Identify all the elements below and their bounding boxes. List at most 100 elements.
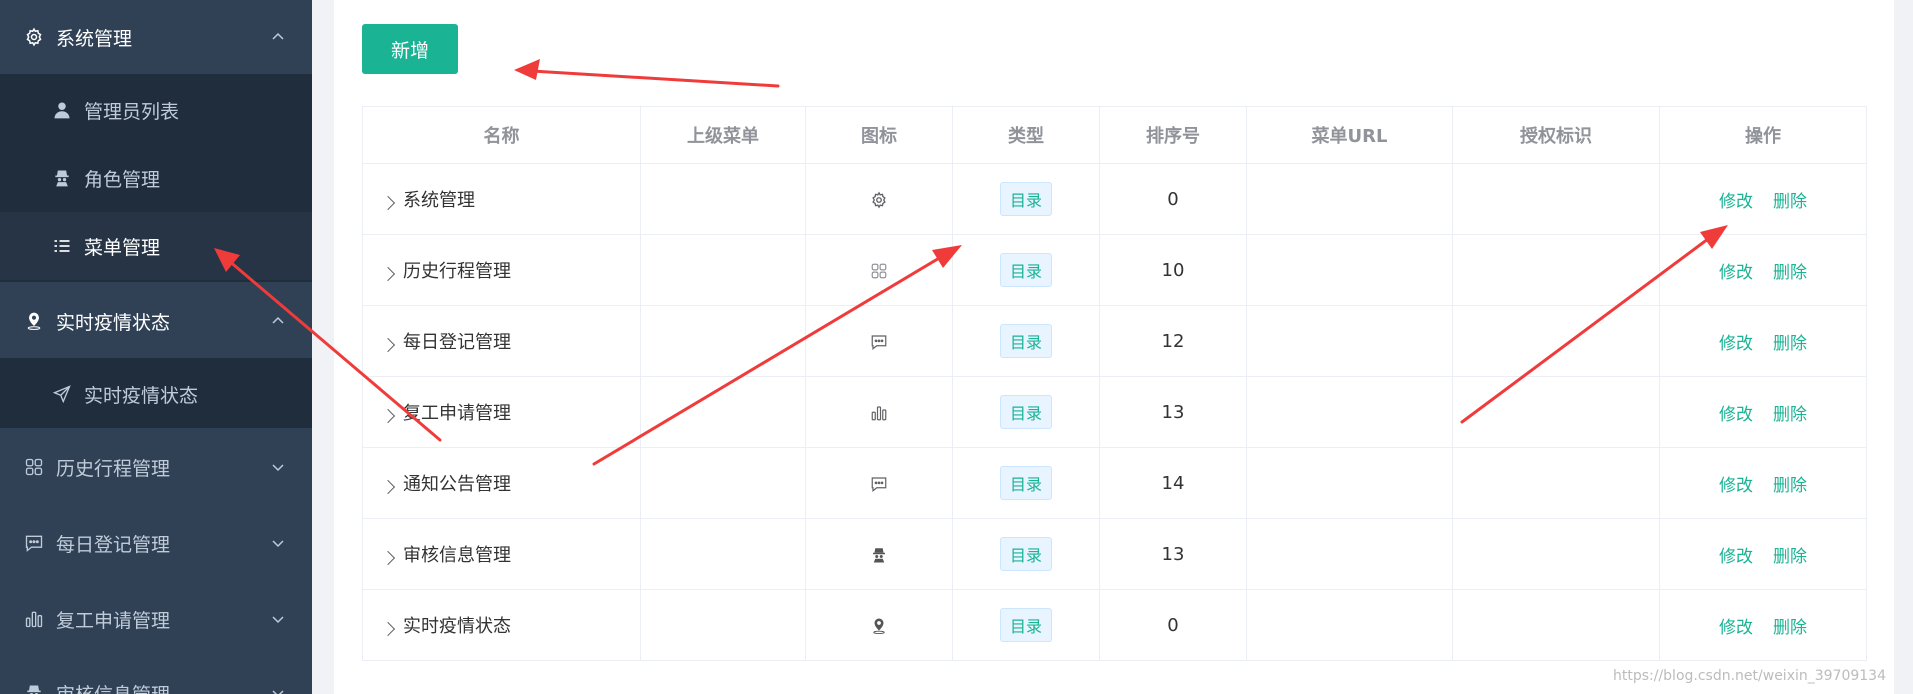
order-cell: 10 <box>1099 234 1247 306</box>
table-row[interactable]: 通知公告管理 目录 14 修改 删除 <box>362 447 1867 519</box>
grid-icon <box>24 457 44 477</box>
url-cell <box>1246 376 1453 448</box>
perm-cell <box>1452 447 1660 519</box>
type-cell: 目录 <box>952 518 1100 590</box>
table-row[interactable]: 历史行程管理 目录 10 修改 删除 <box>362 234 1867 306</box>
sidebar-item-label: 菜单管理 <box>84 236 161 259</box>
url-cell <box>1246 305 1453 377</box>
chevron-down-icon <box>272 616 284 624</box>
column-header-name: 名称 <box>362 106 641 164</box>
row-name: 历史行程管理 <box>403 261 511 282</box>
table-header-row: 名称 上级菜单 图标 类型 排序号 菜单URL 授权标识 操作 <box>362 106 1867 164</box>
type-cell: 目录 <box>952 447 1100 519</box>
location-icon <box>870 615 888 636</box>
menu-group-return-to-work[interactable]: 复工申请管理 <box>0 584 312 654</box>
table-row[interactable]: 复工申请管理 目录 13 修改 删除 <box>362 376 1867 448</box>
sidebar-item-menu-management[interactable]: 菜单管理 <box>0 212 312 280</box>
detective-icon <box>24 683 44 694</box>
icon-cell <box>805 589 953 661</box>
chevron-down-icon <box>272 690 284 694</box>
expand-arrow-icon[interactable] <box>380 195 396 211</box>
column-header-url: 菜单URL <box>1246 106 1453 164</box>
table-row[interactable]: 实时疫情状态 目录 0 修改 删除 <box>362 589 1867 661</box>
grid-icon <box>870 260 888 281</box>
sidebar-item-label: 实时疫情状态 <box>84 384 199 407</box>
order-cell: 13 <box>1099 518 1247 590</box>
type-tag: 目录 <box>999 466 1052 500</box>
sidebar-item-realtime-epidemic[interactable]: 实时疫情状态 <box>0 360 312 428</box>
perm-cell <box>1452 518 1660 590</box>
message-icon <box>870 331 888 352</box>
parent-cell <box>640 234 806 306</box>
parent-cell <box>640 589 806 661</box>
edit-button[interactable]: 修改 <box>1719 258 1753 283</box>
menu-group-label: 实时疫情状态 <box>56 311 171 334</box>
name-cell: 历史行程管理 <box>362 234 641 306</box>
icon-cell <box>805 376 953 448</box>
expand-arrow-icon[interactable] <box>380 621 396 637</box>
actions-cell: 修改 删除 <box>1659 518 1867 590</box>
add-button[interactable]: 新增 <box>362 24 458 74</box>
edit-button[interactable]: 修改 <box>1719 187 1753 212</box>
menu-group-history-trip[interactable]: 历史行程管理 <box>0 432 312 502</box>
expand-arrow-icon[interactable] <box>380 266 396 282</box>
sidebar-item-role-management[interactable]: 角色管理 <box>0 144 312 212</box>
perm-cell <box>1452 376 1660 448</box>
delete-button[interactable]: 删除 <box>1773 187 1807 212</box>
column-header-order: 排序号 <box>1099 106 1247 164</box>
type-cell: 目录 <box>952 234 1100 306</box>
row-name: 审核信息管理 <box>403 545 511 566</box>
row-name: 复工申请管理 <box>403 403 511 424</box>
parent-cell <box>640 376 806 448</box>
type-cell: 目录 <box>952 589 1100 661</box>
edit-button[interactable]: 修改 <box>1719 400 1753 425</box>
order-cell: 13 <box>1099 376 1247 448</box>
url-cell <box>1246 447 1453 519</box>
edit-button[interactable]: 修改 <box>1719 329 1753 354</box>
edit-button[interactable]: 修改 <box>1719 613 1753 638</box>
icon-cell <box>805 518 953 590</box>
menu-group-label: 复工申请管理 <box>56 609 171 632</box>
edit-button[interactable]: 修改 <box>1719 471 1753 496</box>
expand-arrow-icon[interactable] <box>380 479 396 495</box>
column-header-parent: 上级菜单 <box>640 106 806 164</box>
delete-button[interactable]: 删除 <box>1773 258 1807 283</box>
actions-cell: 修改 删除 <box>1659 447 1867 519</box>
actions-cell: 修改 删除 <box>1659 376 1867 448</box>
type-tag: 目录 <box>999 537 1052 571</box>
menu-group-realtime-epidemic[interactable]: 实时疫情状态 <box>0 286 312 356</box>
expand-arrow-icon[interactable] <box>380 550 396 566</box>
parent-cell <box>640 163 806 235</box>
send-icon <box>52 384 72 404</box>
menu-group-audit-info[interactable]: 审核信息管理 <box>0 658 312 694</box>
sidebar-item-admin-list[interactable]: 管理员列表 <box>0 76 312 144</box>
table-row[interactable]: 每日登记管理 目录 12 修改 删除 <box>362 305 1867 377</box>
delete-button[interactable]: 删除 <box>1773 542 1807 567</box>
bar-chart-icon <box>870 402 888 423</box>
menu-group-daily-register[interactable]: 每日登记管理 <box>0 508 312 578</box>
row-name: 实时疫情状态 <box>403 616 511 637</box>
delete-button[interactable]: 删除 <box>1773 471 1807 496</box>
detective-icon <box>52 168 72 188</box>
url-cell <box>1246 589 1453 661</box>
delete-button[interactable]: 删除 <box>1773 329 1807 354</box>
name-cell: 实时疫情状态 <box>362 589 641 661</box>
type-tag: 目录 <box>999 253 1052 287</box>
delete-button[interactable]: 删除 <box>1773 613 1807 638</box>
watermark: https://blog.csdn.net/weixin_39709134 <box>1612 668 1886 684</box>
chevron-down-icon <box>272 464 284 472</box>
table-row[interactable]: 审核信息管理 目录 13 修改 删除 <box>362 518 1867 590</box>
chevron-down-icon <box>272 540 284 548</box>
row-name: 通知公告管理 <box>403 474 511 495</box>
order-cell: 14 <box>1099 447 1247 519</box>
perm-cell <box>1452 589 1660 661</box>
delete-button[interactable]: 删除 <box>1773 400 1807 425</box>
expand-arrow-icon[interactable] <box>380 337 396 353</box>
edit-button[interactable]: 修改 <box>1719 542 1753 567</box>
expand-arrow-icon[interactable] <box>380 408 396 424</box>
column-header-type: 类型 <box>952 106 1100 164</box>
icon-cell <box>805 163 953 235</box>
table-row[interactable]: 系统管理 目录 0 修改 删除 <box>362 163 1867 235</box>
chevron-up-icon <box>272 316 284 324</box>
menu-group-system[interactable]: 系统管理 <box>0 2 312 72</box>
